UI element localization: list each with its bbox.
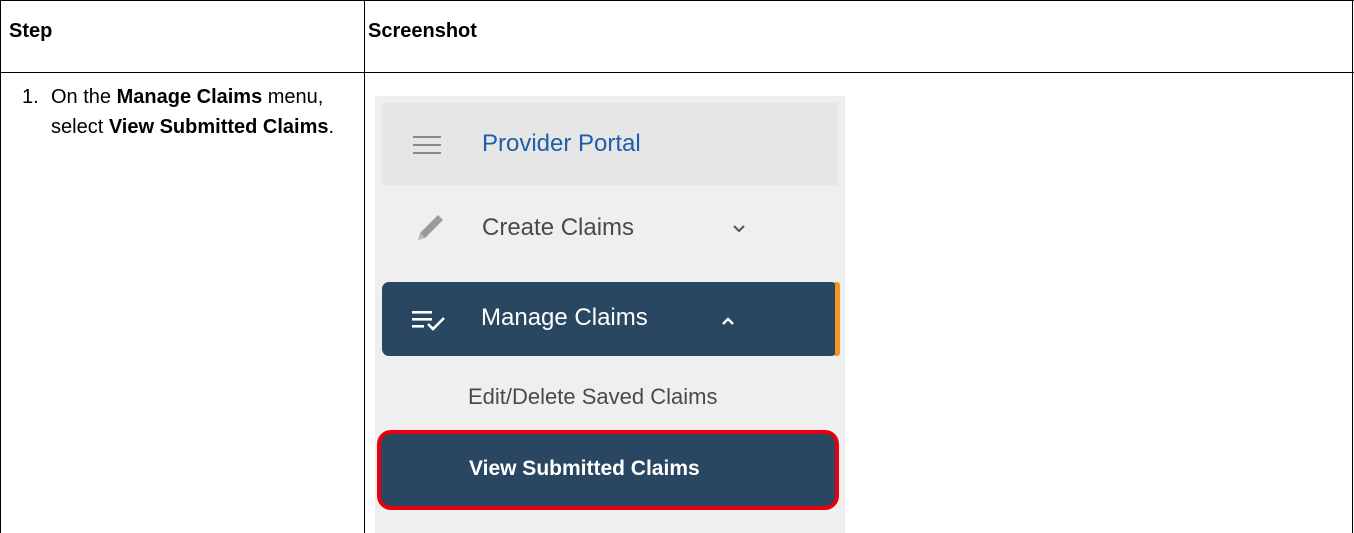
- table-left-border: [0, 0, 1, 533]
- table-header-divider: [0, 72, 1354, 73]
- highlight-outline: [377, 430, 839, 510]
- instruction-table: Step Screenshot 1. On the Manage Claims …: [0, 0, 1354, 533]
- header-step: Step: [9, 20, 53, 42]
- checklist-icon: [412, 311, 445, 331]
- header-screenshot: Screenshot: [368, 20, 477, 42]
- step-bold-manage-claims: Manage Claims: [116, 86, 263, 108]
- table-top-border: [0, 0, 1354, 1]
- step-text-3: .: [328, 116, 335, 138]
- menu-label-create-claims: Create Claims: [482, 214, 635, 241]
- submenu-edit-delete-saved-claims[interactable]: Edit/Delete Saved Claims: [468, 384, 717, 410]
- portal-header: Provider Portal: [382, 103, 838, 185]
- step-text-1: On the: [51, 86, 117, 108]
- menu-item-manage-claims[interactable]: Manage Claims: [382, 282, 840, 356]
- step-number: 1.: [22, 86, 39, 108]
- chevron-down-icon: [733, 225, 745, 233]
- menu-item-create-claims[interactable]: Create Claims: [382, 186, 838, 270]
- step-bold-view-submitted: View Submitted Claims: [108, 116, 329, 138]
- portal-title: Provider Portal: [482, 130, 641, 157]
- table-column-divider: [364, 0, 365, 533]
- menu-label-manage-claims: Manage Claims: [481, 304, 648, 331]
- chevron-up-icon: [722, 317, 734, 325]
- table-right-border: [1352, 0, 1353, 533]
- active-accent-bar: [835, 282, 840, 356]
- pencil-icon: [418, 215, 443, 240]
- step-body: On the Manage Claims menu, select View S…: [51, 82, 351, 142]
- screenshot-panel: Provider Portal Create Claims Manage Cla…: [375, 96, 845, 533]
- hamburger-icon[interactable]: [413, 136, 441, 154]
